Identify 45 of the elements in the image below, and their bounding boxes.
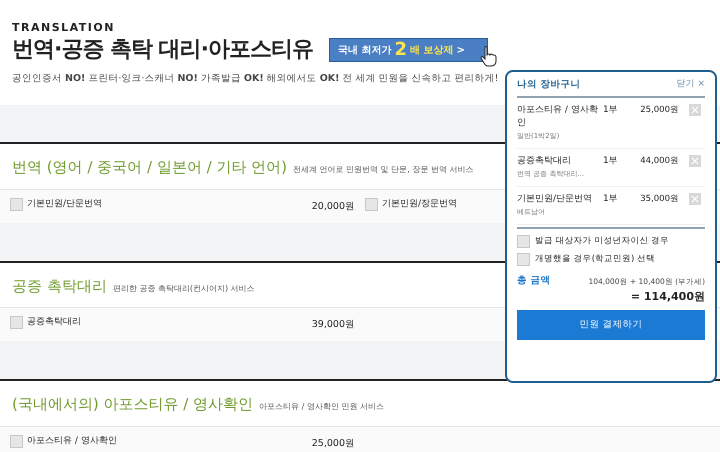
checkbox[interactable] <box>517 253 530 266</box>
tagline-text: 공인인증서 NO! 프린터·잉크·스캐너 NO! 가족발급 OK! 해외에서도 OK! 전 세계 민원을 신속하고 편리하게! <box>12 72 498 86</box>
item-price: 20,000원 <box>312 200 355 212</box>
close-button[interactable]: 닫기 × <box>676 78 705 92</box>
hand-pointer-icon <box>478 45 499 67</box>
item-price: 39,000원 <box>312 319 355 331</box>
pay-button[interactable]: 민원 결제하기 <box>517 310 705 340</box>
section-title: (국내에서의) 아포스티유 / 영사확인 <box>12 394 254 415</box>
section-title: 공증 촉탁대리 <box>12 276 107 296</box>
section-subtitle: 편리한 공증 촉탁대리(컨시어지) 서비스 <box>112 282 255 294</box>
item-label: 공증촉탁대리 <box>27 316 81 328</box>
item-label: 기본민원/장문번역 <box>382 198 458 210</box>
close-icon <box>691 157 699 166</box>
item-label: 기본민원/단문번역 <box>27 198 102 210</box>
total-label: 총 금액 <box>517 274 550 288</box>
total-amount: = 114,400원 <box>630 288 705 304</box>
checkbox[interactable] <box>10 434 23 448</box>
section-title: 번역 (영어 / 중국어 / 일본어 / 기타 언어) <box>12 157 288 178</box>
close-icon <box>691 195 699 204</box>
checkbox[interactable] <box>517 235 530 248</box>
checkbox[interactable] <box>365 198 378 210</box>
remove-button[interactable] <box>689 155 701 168</box>
close-icon <box>691 106 699 114</box>
checkbox[interactable] <box>10 316 23 329</box>
section-subtitle: 전세계 언어로 민원번역 및 단문, 장문 번역 서비스 <box>293 164 474 176</box>
cart-item-name: 아포스티유 / 영사확인 <box>517 104 599 130</box>
remove-button[interactable] <box>689 193 701 206</box>
item-label: 아포스티유 / 영사확인 <box>27 434 117 446</box>
remove-button[interactable] <box>689 104 701 116</box>
cart-item-price: 44,000원 <box>639 155 679 168</box>
cart-item-quantity: 1부 <box>603 155 619 168</box>
checkbox[interactable] <box>10 198 23 210</box>
page-title: 번역·공증 촉탁 대리·아포스티유 <box>12 36 314 64</box>
option-label: 발급 대상자가 미성년자이신 경우 <box>535 235 670 248</box>
eyebrow-text: TRANSLATION <box>12 22 116 34</box>
cart-title: 나의 장바구니 <box>517 78 580 92</box>
section-subtitle: 아포스티유 / 영사확인 민원 서비스 <box>259 401 384 413</box>
option-label: 개명했을 경우(학교민원) 선택 <box>535 253 656 266</box>
cart-item-quantity: 1부 <box>603 104 619 118</box>
cart-item-price: 35,000원 <box>639 193 679 206</box>
cart-item-name: 공증촉탁대리 <box>517 155 572 168</box>
cart-item-quantity: 1부 <box>603 193 619 206</box>
cart-item-price: 25,000원 <box>639 104 679 118</box>
item-price: 25,000원 <box>312 438 355 450</box>
cart-item-name: 기본민원/단문번역 <box>517 193 594 206</box>
